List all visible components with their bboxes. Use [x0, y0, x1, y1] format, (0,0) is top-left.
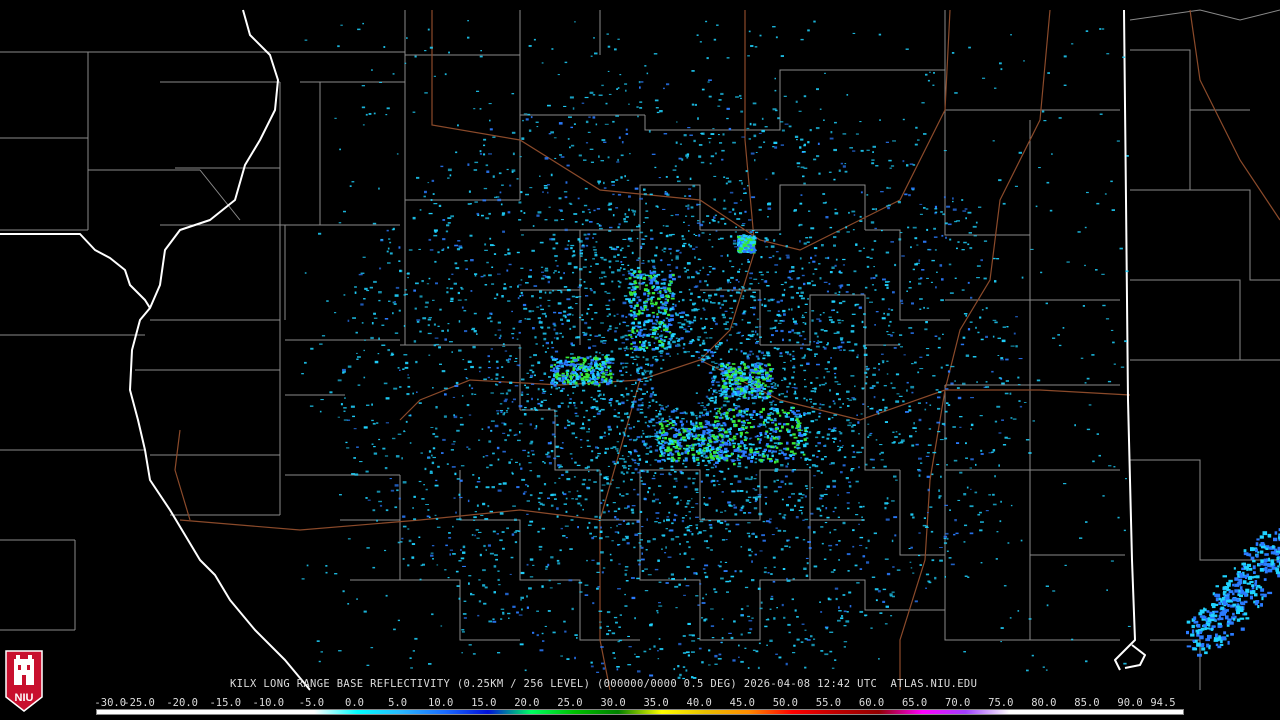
- scale-label: 30.0: [600, 697, 626, 709]
- scale-label: 85.0: [1074, 697, 1100, 709]
- scale-label: 94.5: [1150, 697, 1176, 709]
- station-id: KILX: [230, 678, 257, 690]
- scale-label: 10.0: [428, 697, 454, 709]
- scan-info: (000000/0000 0.5 DEG): [596, 678, 738, 690]
- scale-label: -30.0: [94, 697, 127, 709]
- state-borders: [0, 9, 1146, 691]
- scale-label: -25.0: [123, 697, 155, 709]
- product-caption: KILX LONG RANGE BASE REFLECTIVITY (0.25K…: [230, 678, 977, 690]
- scale-label: -20.0: [166, 697, 198, 709]
- timestamp: 2026-04-08 12:42 UTC: [743, 678, 878, 690]
- color-scale-labels: -30.0 -25.0 -20.0 -15.0 -10.0 -5.0 0.0 5.0 10.0 1…: [94, 697, 1194, 709]
- source-url: ATLAS.NIU.EDU: [890, 678, 978, 690]
- scale-label: 50.0: [772, 697, 798, 709]
- scale-label: -15.0: [209, 697, 242, 709]
- scale-label: 75.0: [988, 697, 1014, 709]
- scale-label: 55.0: [815, 697, 842, 709]
- scale-label: -10.0: [252, 697, 285, 709]
- resolution: (0.25KM / 256 LEVEL): [456, 678, 591, 690]
- scale-label: 70.0: [945, 697, 971, 709]
- scale-label: 0.0: [345, 697, 364, 709]
- scale-label: 25.0: [557, 697, 583, 709]
- scale-label: 15.0: [471, 697, 497, 709]
- scale-label: 90.0: [1117, 697, 1143, 709]
- scale-label: 60.0: [858, 697, 885, 709]
- highway-lines: [174, 9, 1280, 691]
- scale-label: 40.0: [686, 697, 712, 709]
- color-scale-bar: [96, 709, 1184, 715]
- logo-text: NIU: [15, 692, 34, 704]
- scale-label: 5.0: [388, 697, 408, 709]
- scale-label: 35.0: [643, 697, 669, 709]
- scale-label: 65.0: [901, 697, 928, 709]
- scale-label: 80.0: [1031, 697, 1057, 709]
- product-name: LONG RANGE BASE REFLECTIVITY: [263, 678, 451, 690]
- niu-logo: NIU: [5, 650, 43, 712]
- radar-map: [0, 9, 1280, 691]
- scale-label: 20.0: [514, 697, 540, 709]
- scale-label: -5.0: [298, 697, 325, 709]
- scale-label: 45.0: [729, 697, 755, 709]
